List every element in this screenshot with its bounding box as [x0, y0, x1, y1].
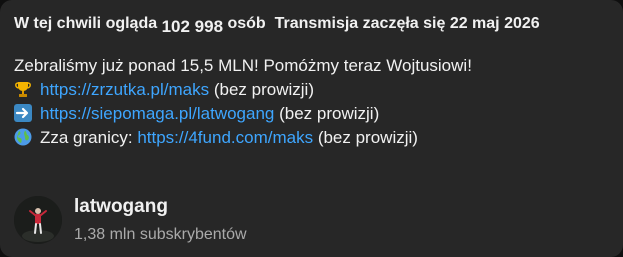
description-text: Zebraliśmy już ponad 15,5 MLN! Pomóżmy t…: [14, 54, 472, 150]
stream-start-date: Transmisja zaczęła się 22 maj 2026: [274, 15, 540, 32]
trophy-icon: [15, 82, 31, 97]
globe-icon: [14, 128, 32, 146]
link-note: (bez prowizji): [317, 128, 418, 147]
4fund-link[interactable]: https://4fund.com/maks: [137, 128, 313, 147]
fundraiser-link-row: https://zrzutka.pl/maks (bez prowizji): [14, 78, 472, 102]
watching-suffix: osób: [227, 15, 266, 32]
channel-name[interactable]: latwogang: [74, 196, 168, 218]
zrzutka-link[interactable]: https://zrzutka.pl/maks: [40, 80, 209, 99]
stream-stats: W tej chwili ogląda 102 998 osób Transmi…: [14, 15, 540, 37]
channel-avatar[interactable]: [14, 196, 62, 244]
avatar-image: [14, 196, 62, 244]
fundraiser-link-row: https://siepomaga.pl/latwogang (bez prow…: [14, 102, 472, 126]
abroad-label: Zza granicy:: [40, 128, 133, 147]
description-headline: Zebraliśmy już ponad 15,5 MLN! Pomóżmy t…: [14, 56, 472, 75]
link-note: (bez prowizji): [279, 104, 380, 123]
siepomaga-link[interactable]: https://siepomaga.pl/latwogang: [40, 104, 274, 123]
watching-prefix: W tej chwili ogląda: [14, 15, 158, 32]
viewer-count: 102 998: [161, 17, 224, 36]
fundraiser-link-row: Zza granicy: https://4fund.com/maks (bez…: [14, 126, 472, 150]
right-arrow-icon: [14, 104, 32, 122]
link-note: (bez prowizji): [213, 80, 314, 99]
description-panel: W tej chwili ogląda 102 998 osób Transmi…: [0, 0, 623, 257]
subscriber-count: 1,38 mln subskrybentów: [74, 226, 247, 243]
